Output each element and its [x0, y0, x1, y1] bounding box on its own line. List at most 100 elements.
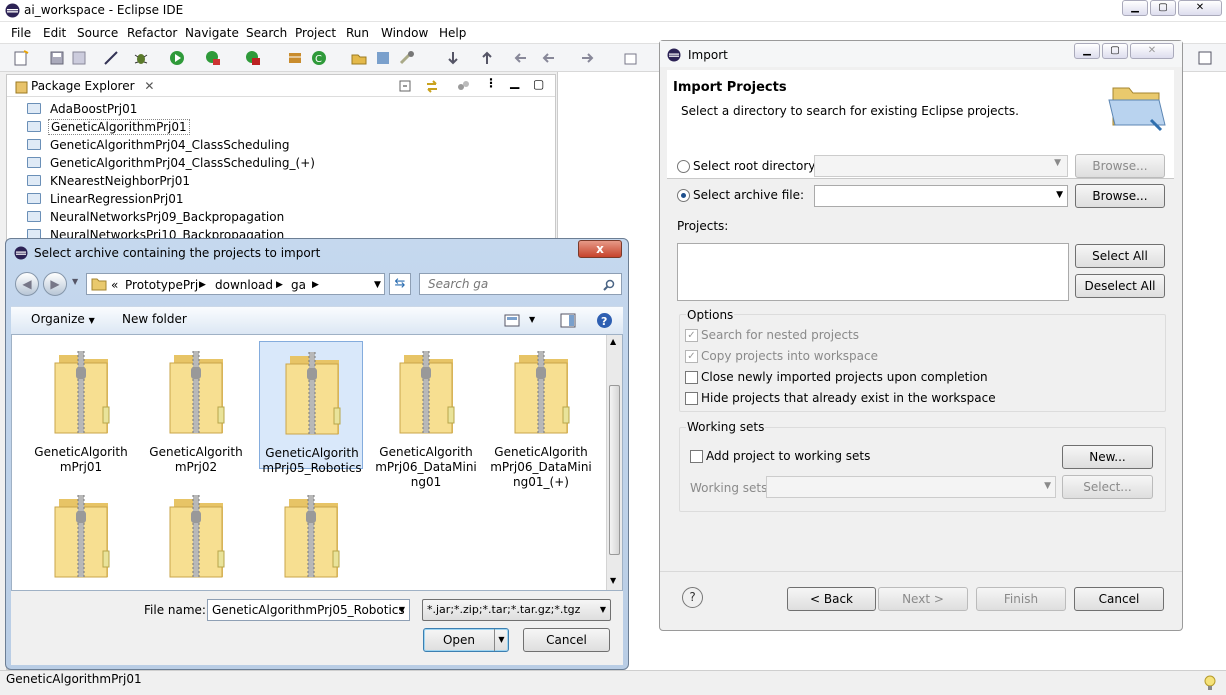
view-menu-icon[interactable]: ⋮ [485, 76, 497, 90]
preview-pane-icon[interactable] [560, 313, 576, 328]
pin-editor-icon[interactable] [622, 49, 640, 67]
change-view-icon[interactable] [504, 314, 520, 327]
minimize-button[interactable]: ▁ [1122, 0, 1148, 16]
menu-navigate[interactable]: Navigate [185, 26, 239, 40]
projects-list[interactable] [677, 243, 1069, 301]
maximize-button[interactable]: ▢ [1150, 0, 1176, 16]
menu-search[interactable]: Search [246, 26, 287, 40]
refresh-icon[interactable]: ⇆ [389, 273, 411, 295]
zip-file-item[interactable] [144, 485, 248, 591]
chevron-right-icon[interactable]: ▶ [199, 280, 206, 290]
menu-source[interactable]: Source [77, 26, 118, 40]
import-minimize-button[interactable]: ▁ [1074, 43, 1100, 59]
browse-archive-button[interactable]: Browse... [1075, 184, 1165, 208]
link-editor-icon[interactable] [424, 78, 440, 94]
select-all-button[interactable]: Select All [1075, 244, 1165, 268]
project-item[interactable]: GeneticAlgorithmPrj04_ClassScheduling [27, 136, 292, 154]
new-working-set-button[interactable]: New... [1062, 445, 1153, 469]
package-explorer-tab[interactable]: Package Explorer ✕ [13, 78, 158, 97]
project-item[interactable]: KNearestNeighborPrj01 [27, 172, 192, 190]
open-type-icon[interactable] [350, 49, 368, 67]
vertical-scrollbar[interactable]: ▲ ▼ [606, 335, 622, 590]
organize-button[interactable]: Organize ▼ [31, 312, 95, 326]
help-icon[interactable]: ? [682, 587, 703, 608]
project-item[interactable]: GeneticAlgorithmPrj04_ClassScheduling_(+… [27, 154, 317, 172]
zip-file-item[interactable]: GeneticAlgorith mPrj02 [144, 341, 248, 474]
previous-annotation-icon[interactable] [478, 49, 496, 67]
new-java-package-icon[interactable] [286, 49, 304, 67]
menu-run[interactable]: Run [346, 26, 369, 40]
perspective-icon[interactable] [1196, 49, 1214, 67]
coverage-icon[interactable] [204, 49, 222, 67]
save-all-icon[interactable] [70, 49, 88, 67]
nav-forward-icon[interactable]: ▶ [43, 272, 67, 296]
cancel-import-button[interactable]: Cancel [1074, 587, 1164, 611]
address-bar[interactable]: « PrototypePrj ▶ download ▶ ga ▶ ▼ [86, 273, 385, 295]
menu-window[interactable]: Window [381, 26, 428, 40]
chevron-right-icon[interactable]: ▶ [312, 280, 319, 290]
breadcrumb-ga[interactable]: ga [291, 278, 306, 292]
project-item[interactable]: LinearRegressionPrj01 [27, 190, 186, 208]
next-annotation-icon[interactable] [444, 49, 462, 67]
open-task-icon[interactable] [374, 49, 392, 67]
scroll-up-icon[interactable]: ▲ [610, 337, 616, 346]
last-edit-location-icon[interactable] [512, 49, 530, 67]
forward-icon[interactable] [578, 49, 596, 67]
project-item[interactable]: NeuralNetworksPrj09_Backpropagation [27, 208, 286, 226]
skip-breakpoints-icon[interactable] [102, 49, 120, 67]
collapse-all-icon[interactable] [398, 78, 414, 94]
close-button[interactable]: ✕ [1178, 0, 1222, 16]
menu-help[interactable]: Help [439, 26, 466, 40]
new-java-class-icon[interactable]: C [310, 49, 328, 67]
close-imported-checkbox[interactable] [685, 371, 698, 384]
new-icon[interactable] [12, 49, 30, 67]
project-item[interactable]: AdaBoostPrj01 [27, 100, 139, 118]
maximize-view-icon[interactable]: ▢ [533, 77, 544, 91]
search-input[interactable]: Search ga [419, 273, 622, 295]
nav-back-icon[interactable]: ◀ [15, 272, 39, 296]
menu-edit[interactable]: Edit [43, 26, 66, 40]
zip-file-item[interactable]: GeneticAlgorith mPrj06_DataMini ng01 [374, 341, 478, 489]
menu-file[interactable]: File [11, 26, 31, 40]
search-icon[interactable] [398, 49, 416, 67]
close-tab-icon[interactable]: ✕ [144, 79, 154, 93]
chevron-right-icon[interactable]: ▶ [276, 280, 283, 290]
file-dialog-close-button[interactable]: x [578, 240, 622, 258]
menu-refactor[interactable]: Refactor [127, 26, 177, 40]
archive-file-radio[interactable] [677, 189, 690, 202]
back-button[interactable]: < Back [787, 587, 876, 611]
run-icon[interactable] [168, 49, 186, 67]
deselect-all-button[interactable]: Deselect All [1075, 274, 1165, 298]
zip-file-item[interactable]: GeneticAlgorith mPrj01 [29, 341, 133, 474]
external-tools-icon[interactable] [244, 49, 262, 67]
tip-lightbulb-icon[interactable] [1203, 674, 1217, 692]
chevron-down-icon[interactable]: ▼ [529, 315, 535, 324]
project-item-selected[interactable]: GeneticAlgorithmPrj01 [27, 118, 190, 136]
back-icon[interactable] [540, 49, 558, 67]
new-folder-button[interactable]: New folder [122, 312, 187, 326]
chevron-down-icon[interactable]: ▼ [399, 605, 405, 614]
minimize-view-icon[interactable]: ▁ [510, 75, 519, 89]
file-name-input[interactable]: GeneticAlgorithmPrj05_Robotics ▼ [207, 599, 410, 621]
file-cancel-button[interactable]: Cancel [523, 628, 610, 652]
recent-pages-icon[interactable]: ▼ [72, 277, 78, 286]
zip-file-item[interactable] [259, 485, 363, 591]
chevron-down-icon[interactable]: ▼ [494, 629, 508, 651]
help-icon[interactable]: ? [596, 312, 613, 329]
zip-file-item[interactable] [29, 485, 133, 591]
hide-existing-checkbox[interactable] [685, 392, 698, 405]
scroll-down-icon[interactable]: ▼ [610, 576, 616, 585]
breadcrumb-download[interactable]: download [215, 278, 273, 292]
root-directory-radio[interactable] [677, 160, 690, 173]
scrollbar-thumb[interactable] [609, 385, 620, 555]
zip-file-item[interactable]: GeneticAlgorith mPrj06_DataMini ng01_(+) [489, 341, 593, 489]
import-close-button[interactable]: ✕ [1130, 43, 1174, 59]
file-type-filter[interactable]: *.jar;*.zip;*.tar;*.tar.gz;*.tgz ▼ [422, 599, 611, 621]
open-button[interactable]: Open ▼ [423, 628, 509, 652]
zip-file-item-selected[interactable]: GeneticAlgorith mPrj05_Robotics [259, 341, 363, 475]
archive-file-combo[interactable]: ▼ [814, 185, 1068, 207]
save-icon[interactable] [48, 49, 66, 67]
filters-icon[interactable] [455, 78, 471, 94]
add-working-sets-checkbox[interactable] [690, 450, 703, 463]
breadcrumb-prototypeprj[interactable]: PrototypePrj [125, 278, 198, 292]
